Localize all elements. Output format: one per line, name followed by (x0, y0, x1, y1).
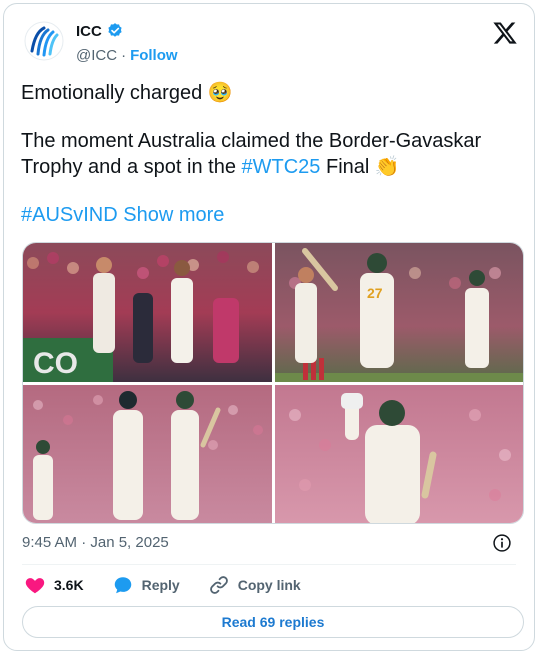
photo-players-walking[interactable] (23, 385, 272, 523)
icc-logo-icon (24, 21, 64, 61)
reply-button[interactable]: Reply (112, 574, 180, 596)
emoji-clapping-hands: 👏 (374, 156, 400, 178)
like-button[interactable]: 3.6K (24, 574, 84, 596)
tweet-text: Emotionally charged 🥹 The moment Austral… (21, 80, 521, 228)
link-icon (209, 576, 228, 594)
photo-celebration-handshake[interactable]: CO (23, 243, 272, 382)
hashtag-wtc25-link[interactable]: #WTC25 (242, 156, 321, 178)
x-logo-icon[interactable] (492, 20, 518, 46)
read-replies-button[interactable]: Read 69 replies (22, 606, 524, 638)
show-more-link[interactable]: Show more (123, 204, 224, 226)
tweet-text-emotionally: Emotionally charged (21, 82, 203, 104)
copy-link-label: Copy link (237, 577, 301, 593)
info-icon[interactable] (492, 533, 512, 553)
like-count: 3.6K (54, 577, 84, 593)
tweet-line-3: #AUSvIND Show more (21, 202, 521, 228)
avatar[interactable] (22, 19, 66, 63)
reply-bubble-icon (114, 577, 131, 594)
divider (22, 564, 516, 565)
photo-batter-raising-bat[interactable]: 27 (275, 243, 523, 382)
svg-text:CO: CO (33, 347, 78, 380)
follow-button[interactable]: Follow (130, 47, 178, 64)
verified-badge-icon (108, 23, 122, 37)
author-handle-row: @ICC · Follow (76, 47, 178, 64)
emoji-holding-back-tears: 🥹 (207, 82, 233, 104)
tweet-line-2: The moment Australia claimed the Border-… (21, 128, 521, 180)
heart-icon (25, 578, 45, 594)
svg-text:27: 27 (367, 285, 383, 301)
author-name-row: ICC (76, 22, 124, 40)
tweet-text-final: Final (325, 156, 370, 178)
author-handle[interactable]: @ICC (76, 47, 117, 64)
reply-label: Reply (141, 577, 180, 593)
tweet-timestamp[interactable]: 9:45 AM · Jan 5, 2025 (22, 534, 169, 551)
photo-batter-celebrating[interactable] (275, 385, 523, 523)
tweet-line-1: Emotionally charged 🥹 (21, 80, 521, 106)
hashtag-ausvind-link[interactable]: #AUSvIND (21, 204, 118, 226)
tweet-card: ICC @ICC · Follow Emotionally charged 🥹 … (3, 3, 535, 651)
media-grid: CO 27 (22, 242, 524, 524)
author-name[interactable]: ICC (76, 23, 102, 40)
action-bar: 3.6K Reply Copy link (24, 572, 329, 598)
copy-link-button[interactable]: Copy link (208, 574, 301, 596)
handle-separator: · (121, 47, 127, 64)
